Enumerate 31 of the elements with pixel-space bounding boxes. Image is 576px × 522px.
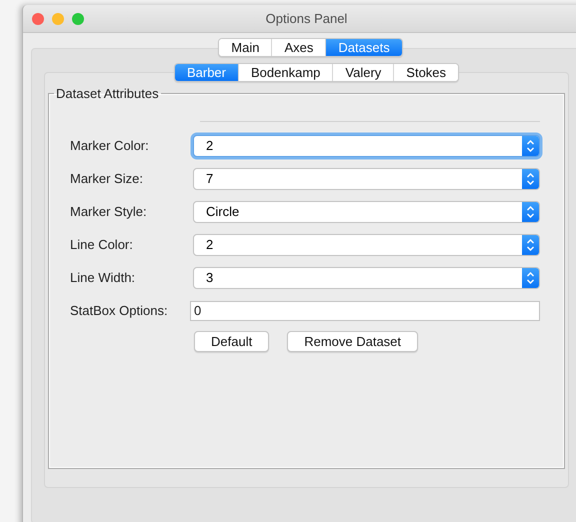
minimize-button[interactable] bbox=[52, 12, 64, 24]
stepper-arrows-icon bbox=[526, 238, 535, 252]
window-title: Options Panel bbox=[266, 11, 348, 26]
push-button[interactable]: Default bbox=[194, 331, 270, 352]
input-field[interactable]: 0 bbox=[190, 300, 540, 320]
stepper-arrows-icon bbox=[526, 270, 535, 284]
tab[interactable]: Stokes bbox=[393, 64, 458, 81]
group-title: Dataset Attributes bbox=[55, 86, 160, 101]
dropdown[interactable]: 3 bbox=[193, 266, 540, 288]
field-label: Marker Style: bbox=[70, 204, 148, 219]
field-label: Marker Color: bbox=[70, 138, 150, 153]
field-label: Line Width: bbox=[70, 270, 136, 285]
field-label: Line Color: bbox=[70, 237, 134, 252]
stepper-arrows-icon bbox=[526, 204, 535, 218]
field-label: Marker Size: bbox=[70, 171, 144, 186]
tab[interactable]: Axes bbox=[271, 39, 326, 56]
tab[interactable]: Bodenkamp bbox=[238, 64, 332, 81]
stepper-arrows-icon bbox=[526, 138, 535, 152]
dropdown[interactable]: 7 bbox=[193, 168, 540, 190]
close-button[interactable] bbox=[32, 12, 44, 24]
dropdown[interactable]: 2 bbox=[193, 134, 540, 156]
push-button[interactable]: Remove Dataset bbox=[287, 331, 418, 352]
tab[interactable]: Valery bbox=[332, 64, 394, 81]
zoom-button[interactable] bbox=[72, 12, 84, 24]
tab[interactable]: Main bbox=[219, 39, 272, 56]
tab[interactable]: Barber bbox=[174, 64, 238, 81]
dropdown[interactable]: 2 bbox=[193, 234, 540, 256]
dropdown[interactable]: Circle bbox=[193, 200, 540, 222]
stepper-arrows-icon bbox=[526, 172, 535, 186]
field-label: StatBox Options: bbox=[70, 303, 169, 318]
tab[interactable]: Datasets bbox=[325, 39, 402, 56]
